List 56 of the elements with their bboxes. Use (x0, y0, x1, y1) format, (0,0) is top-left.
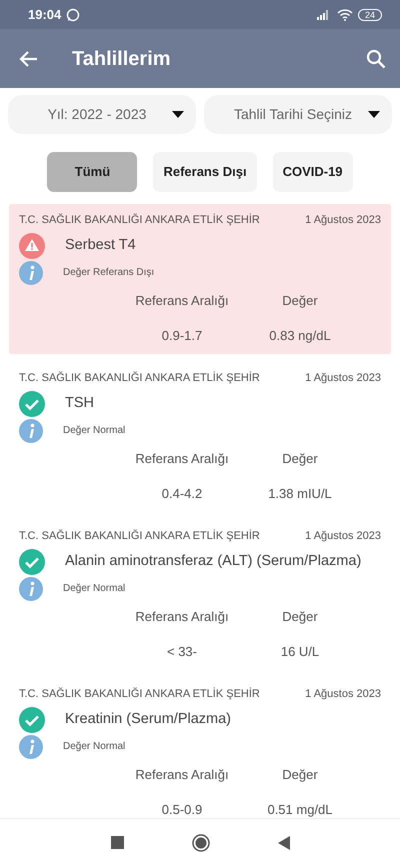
recents-button[interactable] (110, 836, 124, 849)
test-name: Kreatinin (Serum/Plazma) (65, 710, 231, 729)
date-text: 1 Ağustos 2023 (305, 371, 381, 386)
range-value: 0.9-1.7 (162, 327, 202, 345)
column-label: Değer (282, 766, 318, 784)
filter-tab[interactable]: Tümü (47, 152, 138, 192)
search-button[interactable] (366, 48, 386, 68)
range-value: 0.5-0.9 (162, 801, 202, 819)
filter-tab[interactable]: COVID-19 (272, 152, 353, 192)
column-label: Referans Aralığı (135, 450, 229, 468)
caret-icon (368, 111, 380, 118)
caret-icon (172, 111, 184, 118)
range-value: 0.4-4.2 (162, 485, 202, 503)
column-label: Değer (282, 450, 318, 468)
result-value: 0.83 ng/dL (269, 327, 331, 345)
date-text: 1 Ağustos 2023 (305, 687, 381, 702)
institution-text: T.C. SAĞLIK BAKANLIĞI ANKARA ETLİK ŞEHİR (19, 212, 260, 228)
column-label: Referans Aralığı (135, 292, 229, 310)
wifi-icon (336, 8, 353, 20)
info-icon (19, 418, 43, 442)
column-label: Değer (282, 292, 318, 310)
result-value: 16 U/L (280, 643, 320, 661)
institution-text: T.C. SAĞLIK BAKANLIĞI ANKARA ETLİK ŞEHİR (19, 370, 260, 386)
range-value: < 33- (167, 643, 197, 661)
institution-text: T.C. SAĞLIK BAKANLIĞI ANKARA ETLİK ŞEHİR (19, 528, 260, 544)
search-icon (366, 48, 386, 68)
home-button[interactable] (192, 834, 210, 852)
column-label: Değer (282, 608, 318, 626)
status-text: Değer Normal (63, 424, 126, 438)
dropdown[interactable]: Yıl: 2022 - 2023 (8, 95, 196, 134)
chat-icon (66, 8, 80, 22)
back-button[interactable] (278, 836, 290, 850)
column-label: Referans Aralığı (135, 766, 229, 784)
info-icon (19, 260, 43, 284)
filter-tab[interactable]: Referans Dışı (153, 152, 257, 192)
battery-icon: 24 (358, 8, 382, 20)
status-text: Değer Normal (63, 582, 126, 596)
date-text: 1 Ağustos 2023 (305, 213, 381, 228)
back-button[interactable] (18, 50, 38, 68)
info-icon (19, 734, 43, 758)
signal-icon (316, 9, 331, 20)
dropdown[interactable]: Tahlil Tarihi Seçiniz (204, 95, 392, 134)
status-text: Değer Referans Dışı (63, 266, 154, 280)
test-name: Alanin aminotransferaz (ALT) (Serum/Plazma) (65, 552, 362, 571)
test-name: TSH (65, 394, 94, 413)
status-text: Değer Normal (63, 740, 126, 754)
back-arrow-icon (18, 50, 38, 68)
test-name: Serbest T4 (65, 236, 136, 255)
result-value: 1.38 mIU/L (268, 485, 332, 503)
result-value: 0.51 mg/dL (267, 801, 333, 819)
date-text: 1 Ağustos 2023 (305, 529, 381, 544)
info-icon (19, 576, 43, 600)
column-label: Referans Aralığı (135, 608, 229, 626)
clock-text: 19:04 (28, 6, 62, 24)
page-title: Tahlillerim (72, 46, 171, 72)
institution-text: T.C. SAĞLIK BAKANLIĞI ANKARA ETLİK ŞEHİR (19, 686, 260, 702)
